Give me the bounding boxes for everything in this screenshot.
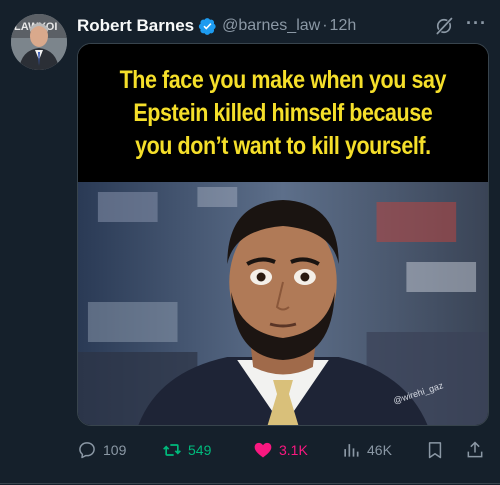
post-time[interactable]: 12h: [330, 17, 357, 35]
tweet[interactable]: LAWYOI Robert Barnes @barnes_law · 12h ·…: [0, 0, 500, 485]
like-count: 3.1K: [279, 442, 308, 458]
repost-count: 549: [188, 442, 212, 458]
repost-button[interactable]: 549: [162, 436, 211, 464]
share-icon: [467, 441, 483, 458]
meme-line-2: Epstein killed himself because: [133, 98, 433, 127]
author-handle[interactable]: @barnes_law: [222, 17, 320, 35]
reply-count: 109: [103, 442, 127, 458]
tweet-header: Robert Barnes @barnes_law · 12h: [77, 13, 356, 39]
bookmark-button[interactable]: [425, 436, 445, 464]
bookmark-icon: [428, 442, 442, 459]
meme-photo: @wirehi_gaz: [78, 182, 488, 425]
grok-icon[interactable]: [434, 16, 454, 36]
avatar[interactable]: LAWYOI: [11, 14, 67, 70]
views-count: 46K: [367, 442, 392, 458]
tweet-media[interactable]: The face you make when you say Epstein k…: [77, 43, 489, 426]
divider: [0, 483, 500, 484]
action-bar: 109 549 3.1K 46K: [77, 436, 489, 464]
repost-icon: [163, 444, 181, 456]
reply-button[interactable]: 109: [77, 436, 126, 464]
meme-caption: The face you make when you say Epstein k…: [78, 44, 488, 182]
heart-icon: [254, 442, 272, 458]
separator-dot: ·: [322, 17, 328, 34]
meme-line-1: The face you make when you say: [119, 65, 447, 94]
meme-line-3: you don’t want to kill yourself.: [135, 131, 431, 160]
reply-icon: [79, 442, 95, 459]
share-button[interactable]: [465, 436, 485, 464]
like-button[interactable]: 3.1K: [253, 436, 308, 464]
verified-badge-icon: [199, 17, 216, 35]
more-icon[interactable]: ···: [466, 13, 487, 34]
views-button[interactable]: 46K: [341, 436, 392, 464]
author-name[interactable]: Robert Barnes: [77, 16, 194, 36]
views-icon: [344, 444, 359, 457]
